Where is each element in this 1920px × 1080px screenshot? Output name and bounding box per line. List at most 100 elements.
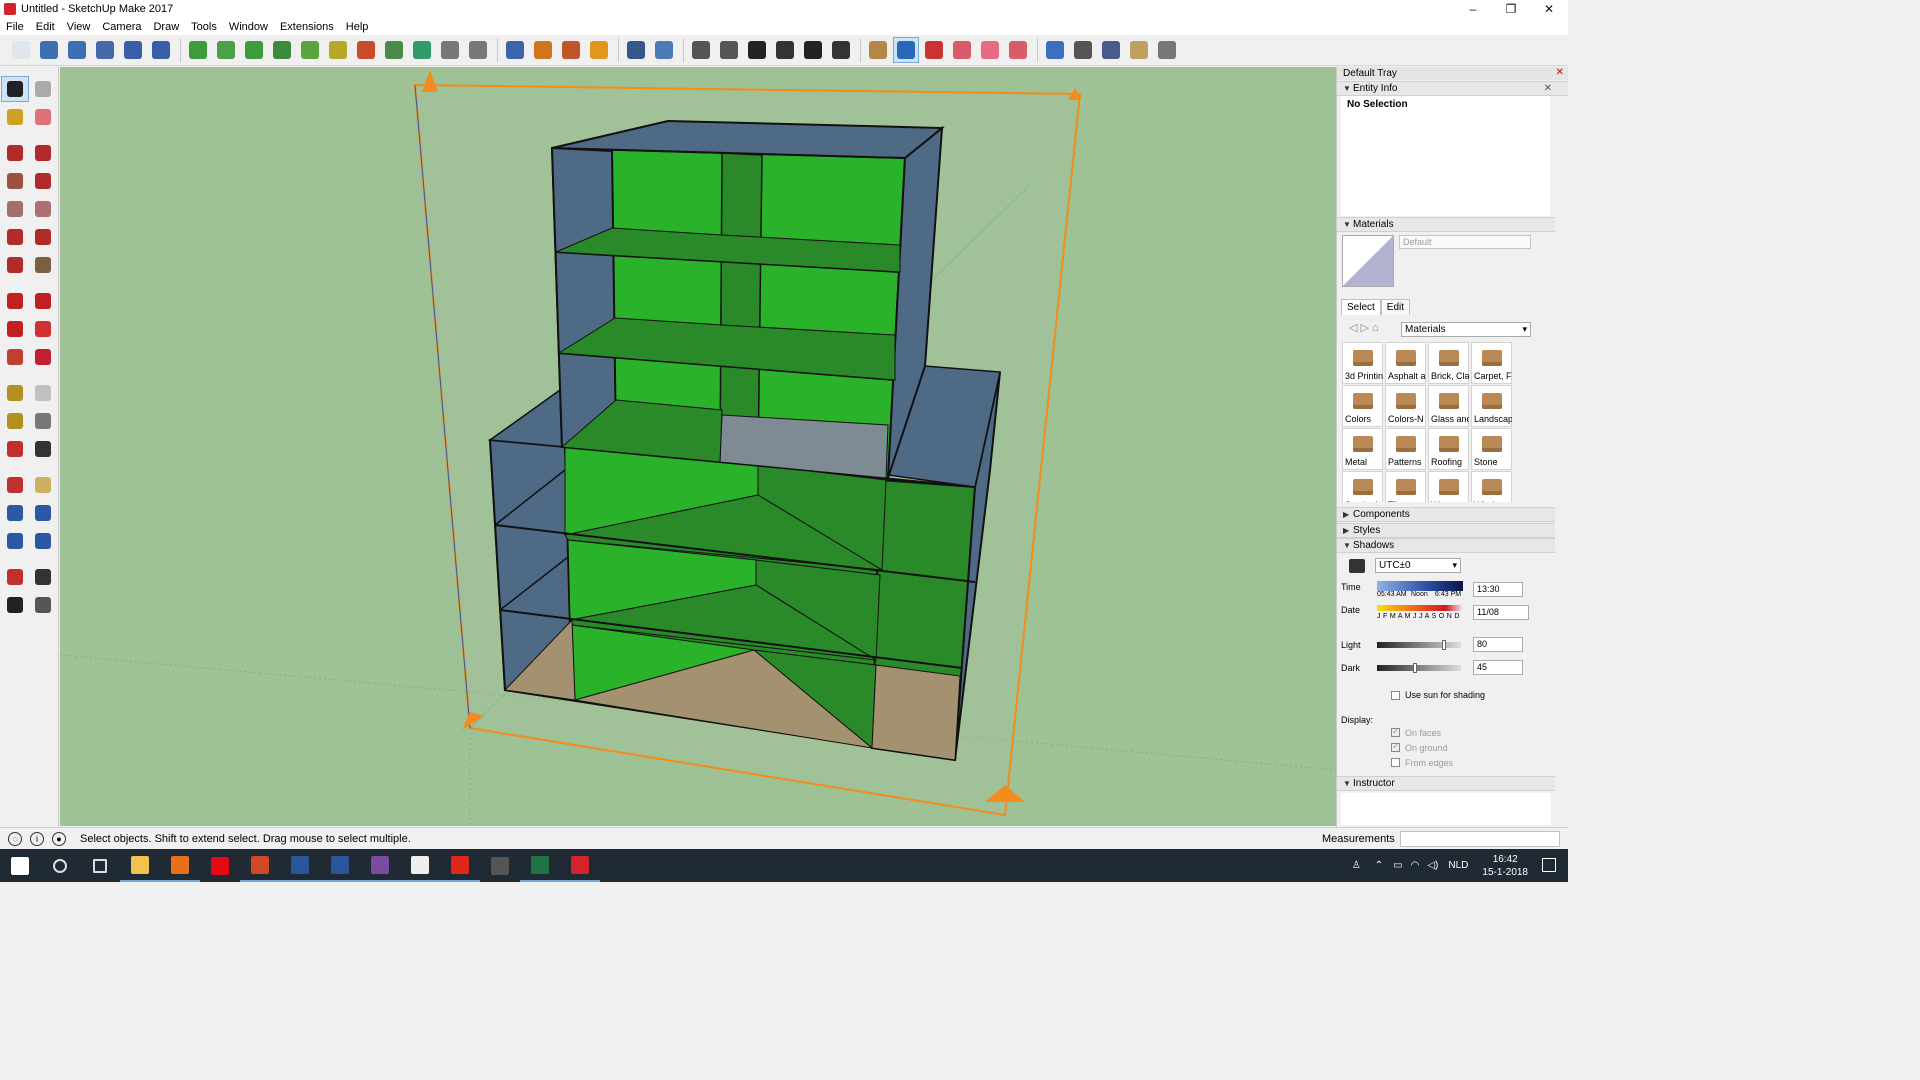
sandbox-button[interactable] bbox=[353, 37, 379, 63]
minimize-button[interactable]: – bbox=[1454, 0, 1492, 18]
menu-window[interactable]: Window bbox=[223, 21, 274, 33]
monochrome-button[interactable] bbox=[1042, 37, 1068, 63]
material-folder[interactable]: Colors-N bbox=[1385, 385, 1426, 427]
powerpoint-taskbar-button[interactable] bbox=[240, 849, 280, 882]
material-folder[interactable]: Stone bbox=[1471, 428, 1512, 470]
dimension-tool[interactable] bbox=[29, 380, 57, 406]
filter-button[interactable] bbox=[530, 37, 556, 63]
chevron-up-icon[interactable]: ⌃ bbox=[1375, 860, 1383, 871]
material-folder[interactable]: Asphalt a bbox=[1385, 342, 1426, 384]
shaded-textures-button[interactable] bbox=[1005, 37, 1031, 63]
from-edges-checkbox[interactable] bbox=[1391, 758, 1400, 767]
open-button[interactable] bbox=[36, 37, 62, 63]
add-light-button[interactable] bbox=[325, 37, 351, 63]
arc-tool[interactable] bbox=[1, 224, 29, 250]
three-point-arc-tool[interactable] bbox=[1, 252, 29, 278]
paint-bucket-tool[interactable] bbox=[1, 104, 29, 130]
measurements-input[interactable] bbox=[1400, 831, 1560, 847]
iso-view-button[interactable] bbox=[688, 37, 714, 63]
add-3d-text-button[interactable] bbox=[213, 37, 239, 63]
shadows-header[interactable]: ▼ Shadows bbox=[1337, 538, 1555, 553]
menu-draw[interactable]: Draw bbox=[147, 21, 185, 33]
material-folder[interactable]: Colors bbox=[1342, 385, 1383, 427]
section-fill-button[interactable] bbox=[1126, 37, 1152, 63]
section-plane-button[interactable] bbox=[1070, 37, 1096, 63]
tab-select[interactable]: Select bbox=[1341, 299, 1381, 315]
material-folder[interactable]: Patterns bbox=[1385, 428, 1426, 470]
3d-text-tool[interactable] bbox=[29, 436, 57, 462]
word-2-taskbar-button[interactable] bbox=[280, 849, 320, 882]
import-ifc-button[interactable] bbox=[148, 37, 174, 63]
netflix-taskbar-button[interactable] bbox=[200, 849, 240, 882]
battery-icon[interactable]: ▭ bbox=[1393, 860, 1402, 871]
flip-edge-button[interactable] bbox=[465, 37, 491, 63]
back-edges-button[interactable] bbox=[893, 37, 919, 63]
menu-camera[interactable]: Camera bbox=[96, 21, 147, 33]
upper-block-left[interactable] bbox=[550, 146, 618, 449]
previous-view-tool[interactable] bbox=[29, 528, 57, 554]
menu-edit[interactable]: Edit bbox=[30, 21, 61, 33]
material-folder[interactable]: Tile bbox=[1385, 471, 1426, 502]
material-library-select[interactable]: Materials bbox=[1401, 322, 1531, 337]
section-grip[interactable] bbox=[422, 70, 438, 92]
zoom-window-tool[interactable] bbox=[29, 500, 57, 526]
circle-tool[interactable] bbox=[1, 196, 29, 222]
model-canvas[interactable] bbox=[60, 67, 1336, 826]
file-explorer-taskbar-button[interactable] bbox=[120, 849, 160, 882]
date-input[interactable]: 11/08 bbox=[1473, 605, 1529, 620]
close-icon[interactable]: ✕ bbox=[1544, 83, 1552, 94]
photo-textures-button[interactable] bbox=[241, 37, 267, 63]
cube-button[interactable] bbox=[623, 37, 649, 63]
winrar-taskbar-button[interactable] bbox=[360, 849, 400, 882]
walk-tool[interactable] bbox=[1, 592, 29, 618]
material-folder[interactable]: Landscap bbox=[1471, 385, 1512, 427]
time-input[interactable]: 13:30 bbox=[1473, 582, 1523, 597]
calculator-taskbar-button[interactable] bbox=[480, 849, 520, 882]
dark-slider-thumb[interactable] bbox=[1412, 663, 1417, 673]
section-tool[interactable] bbox=[29, 592, 57, 618]
look-around-tool[interactable] bbox=[29, 564, 57, 590]
components-header[interactable]: ▶ Components bbox=[1337, 507, 1555, 522]
left-view-button[interactable] bbox=[828, 37, 854, 63]
hidden-line-button[interactable] bbox=[949, 37, 975, 63]
material-preview-swatch[interactable] bbox=[1342, 235, 1394, 287]
light-slider[interactable] bbox=[1377, 642, 1461, 648]
position-camera-tool[interactable] bbox=[1, 564, 29, 590]
dark-slider[interactable] bbox=[1377, 665, 1461, 671]
eraser-tool[interactable] bbox=[29, 104, 57, 130]
sketchup-taskbar-button[interactable] bbox=[560, 849, 600, 882]
close-button[interactable]: ✕ bbox=[1530, 0, 1568, 18]
material-folder[interactable]: 3d Printin bbox=[1342, 342, 1383, 384]
user-icon[interactable]: ● bbox=[52, 831, 66, 846]
tab-edit[interactable]: Edit bbox=[1380, 299, 1411, 315]
menu-view[interactable]: View bbox=[61, 21, 97, 33]
polygon-tool[interactable] bbox=[29, 196, 57, 222]
help-button[interactable] bbox=[651, 37, 677, 63]
two-point-arc-tool[interactable] bbox=[29, 224, 57, 250]
material-folder[interactable]: Carpet, F bbox=[1471, 342, 1512, 384]
drape-button[interactable] bbox=[437, 37, 463, 63]
material-folder[interactable]: Metal bbox=[1342, 428, 1383, 470]
preview-google-earth-button[interactable] bbox=[269, 37, 295, 63]
rotate-tool[interactable] bbox=[1, 316, 29, 342]
rotated-rectangle-tool[interactable] bbox=[29, 168, 57, 194]
floor-panel[interactable] bbox=[871, 664, 961, 761]
light-input[interactable]: 80 bbox=[1473, 637, 1523, 652]
tray-close-icon[interactable]: ✕ bbox=[1556, 67, 1564, 78]
nav-arrows-icon[interactable]: ◁ ▷ ⌂ bbox=[1349, 321, 1379, 334]
wireframe-button[interactable] bbox=[921, 37, 947, 63]
get-models-button[interactable] bbox=[297, 37, 323, 63]
styles-header[interactable]: ▶ Styles bbox=[1337, 523, 1555, 538]
light-slider-thumb[interactable] bbox=[1442, 640, 1447, 650]
model-info-button[interactable] bbox=[92, 37, 118, 63]
acrobat-taskbar-button[interactable] bbox=[440, 849, 480, 882]
material-folder[interactable]: Roofing bbox=[1428, 428, 1469, 470]
protractor-tool[interactable] bbox=[1, 408, 29, 434]
zoom-tool-tool[interactable] bbox=[1, 500, 29, 526]
drawing-viewport[interactable] bbox=[60, 67, 1336, 826]
add-location-button[interactable] bbox=[185, 37, 211, 63]
scale-tool[interactable] bbox=[1, 344, 29, 370]
geo-location-icon[interactable]: ◌ bbox=[8, 831, 22, 846]
on-faces-checkbox[interactable] bbox=[1391, 726, 1400, 737]
use-sun-checkbox[interactable] bbox=[1391, 691, 1400, 700]
